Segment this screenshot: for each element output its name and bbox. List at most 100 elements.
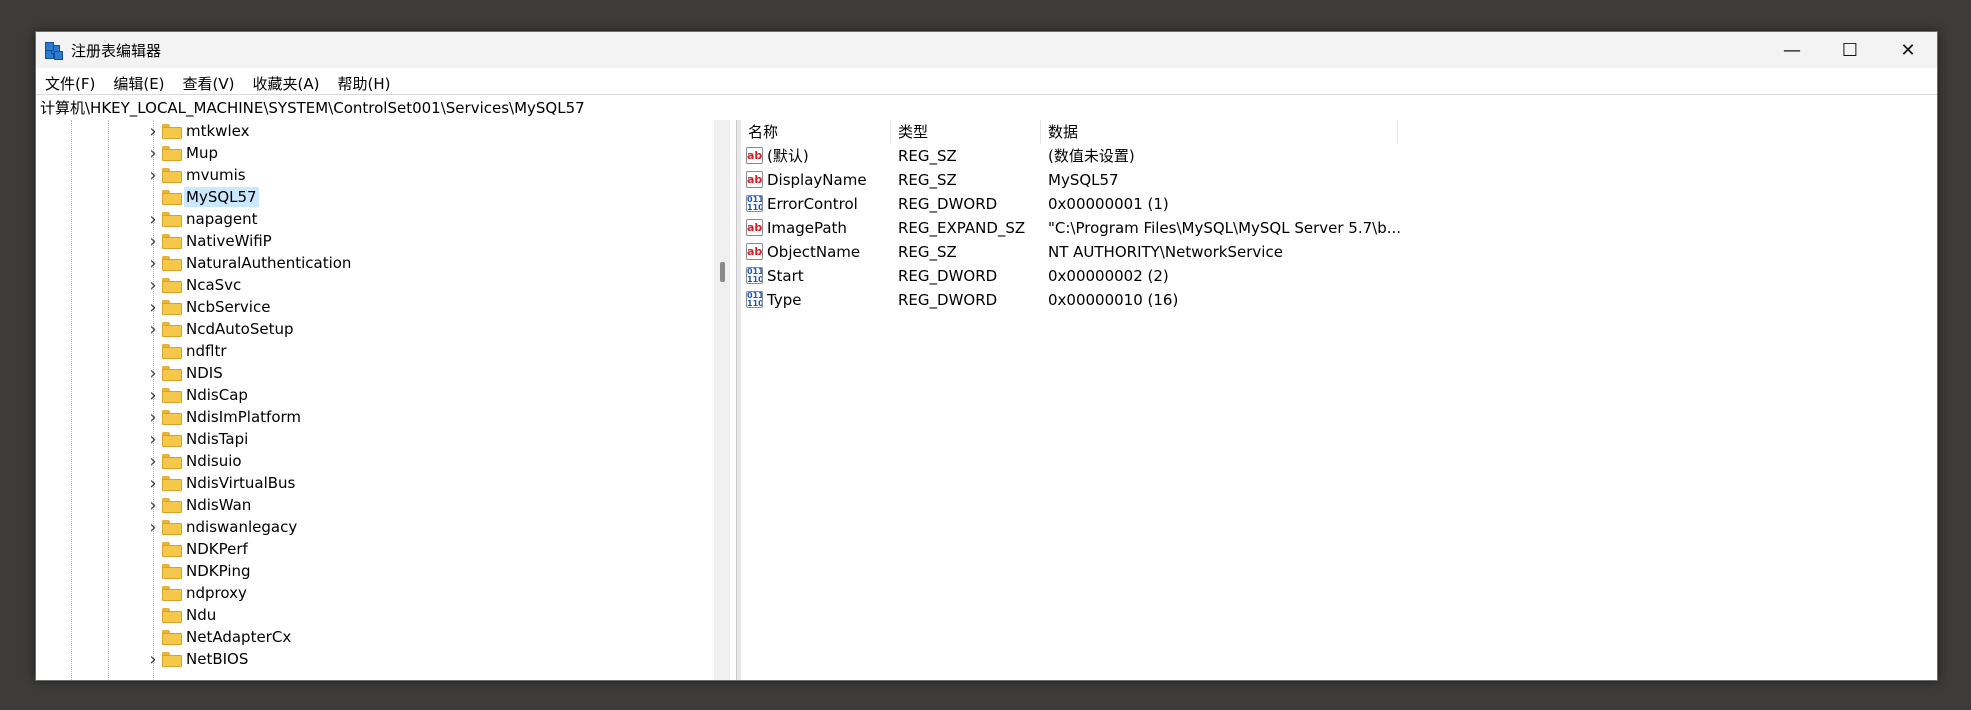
chevron-right-icon[interactable]: ›	[146, 648, 160, 670]
tree-item[interactable]: › NativeWifiP	[36, 230, 716, 252]
tree-item[interactable]: › NcaSvc	[36, 274, 716, 296]
registry-editor-icon	[45, 41, 63, 60]
chevron-right-icon[interactable]: ›	[146, 164, 160, 186]
column-header-name[interactable]: 名称	[741, 120, 891, 144]
window-title: 注册表编辑器	[71, 41, 162, 60]
chevron-right-icon[interactable]: ›	[146, 384, 160, 406]
tree-item[interactable]: › NetBIOS	[36, 648, 716, 670]
tree-item-label: mvumis	[186, 166, 246, 184]
menu-favorites[interactable]: 收藏夹(A)	[244, 73, 329, 94]
tree-item-label: NetAdapterCx	[186, 628, 292, 646]
chevron-right-icon[interactable]: ›	[146, 142, 160, 164]
tree-item[interactable]: ndproxy	[36, 582, 716, 604]
tree-item[interactable]: › NdisTapi	[36, 428, 716, 450]
tree-item[interactable]: › Mup	[36, 142, 716, 164]
chevron-right-icon[interactable]: ›	[146, 274, 160, 296]
value-row[interactable]: ab (默认) REG_SZ (数值未设置)	[741, 144, 1937, 168]
string-value-icon: ab	[746, 243, 763, 260]
tree-item-label: ndfltr	[186, 342, 227, 360]
chevron-right-icon[interactable]: ›	[146, 120, 160, 142]
value-data: (数值未设置)	[1048, 147, 1135, 165]
tree-item[interactable]: › NcdAutoSetup	[36, 318, 716, 340]
tree-item-label: mtkwlex	[186, 122, 250, 140]
address-path[interactable]: 计算机\HKEY_LOCAL_MACHINE\SYSTEM\ControlSet…	[40, 97, 585, 118]
chevron-right-icon[interactable]: ›	[146, 428, 160, 450]
tree-item[interactable]: NDKPing	[36, 560, 716, 582]
close-button[interactable]: ✕	[1879, 32, 1937, 68]
menu-edit[interactable]: 编辑(E)	[104, 73, 173, 94]
menu-view[interactable]: 查看(V)	[174, 73, 244, 94]
tree-item-label: ndproxy	[186, 584, 247, 602]
chevron-right-icon[interactable]: ›	[146, 318, 160, 340]
value-row[interactable]: ab DisplayName REG_SZ MySQL57	[741, 168, 1937, 192]
tree-item[interactable]: › mvumis	[36, 164, 716, 186]
chevron-right-icon[interactable]: ›	[146, 208, 160, 230]
folder-icon	[162, 520, 182, 535]
tree-item-label: NaturalAuthentication	[186, 254, 352, 272]
column-header-data[interactable]: 数据	[1041, 120, 1398, 144]
chevron-right-icon[interactable]: ›	[146, 494, 160, 516]
folder-icon	[162, 190, 182, 205]
chevron-right-icon[interactable]: ›	[146, 362, 160, 384]
value-row[interactable]: ab ObjectName REG_SZ NT AUTHORITY\NetworkSe…	[741, 240, 1937, 264]
tree-item[interactable]: › NcbService	[36, 296, 716, 318]
chevron-right-icon[interactable]: ›	[146, 406, 160, 428]
title-bar[interactable]: 注册表编辑器 — ☐ ✕	[36, 32, 1937, 68]
value-type: REG_SZ	[898, 243, 957, 261]
value-row[interactable]: 011 110 ErrorControl REG_DWORD 0x00000001 (…	[741, 192, 1937, 216]
folder-icon	[162, 366, 182, 381]
folder-icon	[162, 278, 182, 293]
folder-icon	[162, 344, 182, 359]
string-value-icon: ab	[746, 171, 763, 188]
folder-icon	[162, 454, 182, 469]
tree-item[interactable]: ndfltr	[36, 340, 716, 362]
value-data: 0x00000001 (1)	[1048, 195, 1169, 213]
tree-item-label: NdisCap	[186, 386, 248, 404]
chevron-right-icon[interactable]: ›	[146, 472, 160, 494]
chevron-right-icon[interactable]: ›	[146, 516, 160, 538]
tree-item[interactable]: › NdisImPlatform	[36, 406, 716, 428]
key-tree-pane[interactable]: › mtkwlex › Mup › mvumis MySQL57 › napagent › Nati…	[36, 120, 736, 680]
tree-item-label: Mup	[186, 144, 218, 162]
tree-item[interactable]: Ndu	[36, 604, 716, 626]
tree-item-label: NdisVirtualBus	[186, 474, 296, 492]
value-row[interactable]: ab ImagePath REG_EXPAND_SZ "C:\Program File…	[741, 216, 1937, 240]
tree-item-label: MySQL57	[184, 187, 259, 207]
tree-scrollbar[interactable]	[714, 120, 730, 680]
menu-help[interactable]: 帮助(H)	[328, 73, 399, 94]
tree-item[interactable]: › napagent	[36, 208, 716, 230]
values-list-pane[interactable]: 名称 类型 数据 ab (默认) REG_SZ (数值未设置) ab DisplayNam…	[741, 120, 1937, 680]
tree-item[interactable]: › ndiswanlegacy	[36, 516, 716, 538]
value-row[interactable]: 011 110 Start REG_DWORD 0x00000002 (2)	[741, 264, 1937, 288]
tree-item[interactable]: › NdisCap	[36, 384, 716, 406]
tree-item[interactable]: MySQL57	[36, 186, 716, 208]
tree-item[interactable]: NDKPerf	[36, 538, 716, 560]
tree-item[interactable]: › NaturalAuthentication	[36, 252, 716, 274]
string-value-icon: ab	[746, 147, 763, 164]
chevron-right-icon[interactable]: ›	[146, 296, 160, 318]
value-data: "C:\Program Files\MySQL\MySQL Server 5.7…	[1048, 219, 1402, 237]
value-row[interactable]: 011 110 Type REG_DWORD 0x00000010 (16)	[741, 288, 1937, 312]
folder-icon	[162, 146, 182, 161]
minimize-button[interactable]: —	[1763, 32, 1821, 68]
maximize-button[interactable]: ☐	[1821, 32, 1879, 68]
chevron-right-icon[interactable]: ›	[146, 450, 160, 472]
value-type: REG_EXPAND_SZ	[898, 219, 1026, 237]
tree-item[interactable]: › NdisVirtualBus	[36, 472, 716, 494]
tree-scroll-thumb[interactable]	[720, 262, 725, 282]
menu-file[interactable]: 文件(F)	[36, 73, 104, 94]
column-header-type[interactable]: 类型	[891, 120, 1041, 144]
tree-item[interactable]: › mtkwlex	[36, 120, 716, 142]
chevron-right-icon[interactable]: ›	[146, 252, 160, 274]
folder-icon	[162, 234, 182, 249]
tree-item[interactable]: › NdisWan	[36, 494, 716, 516]
address-bar[interactable]: 计算机\HKEY_LOCAL_MACHINE\SYSTEM\ControlSet…	[36, 94, 1937, 121]
folder-icon	[162, 410, 182, 425]
tree-item[interactable]: NetAdapterCx	[36, 626, 716, 648]
tree-item[interactable]: › NDIS	[36, 362, 716, 384]
value-name: ErrorControl	[767, 195, 858, 213]
chevron-right-icon[interactable]: ›	[146, 230, 160, 252]
tree-item[interactable]: › Ndisuio	[36, 450, 716, 472]
registry-editor-window: 注册表编辑器 — ☐ ✕ 文件(F) 编辑(E) 查看(V) 收藏夹(A) 帮助…	[35, 31, 1938, 681]
value-type: REG_SZ	[898, 171, 957, 189]
